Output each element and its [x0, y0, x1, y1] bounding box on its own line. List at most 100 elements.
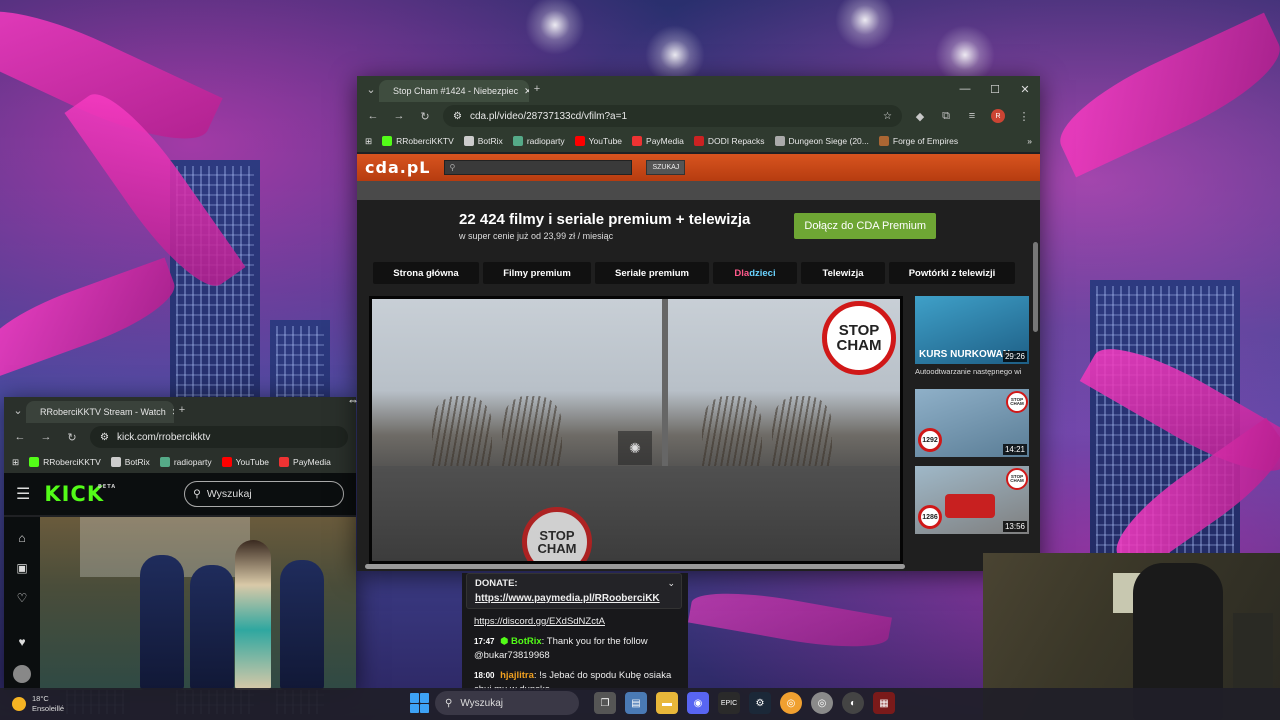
minimize-icon[interactable]: — — [950, 76, 980, 102]
chevron-down-icon[interactable]: ⌄ — [667, 578, 675, 589]
donate-label: DONATE: — [475, 578, 518, 589]
bookmark-item[interactable]: BotRix — [463, 136, 503, 146]
favorites-icon[interactable]: ♥ — [18, 635, 25, 649]
cda-logo[interactable]: cda.pL — [365, 158, 430, 177]
bookmark-star-icon[interactable]: ☆ — [883, 111, 892, 122]
close-window-icon[interactable]: ✕ — [1010, 76, 1040, 102]
obs-icon[interactable]: ◐ — [842, 692, 864, 714]
profile-avatar-icon[interactable]: R — [990, 108, 1006, 124]
chrome-profile-icon[interactable]: ◎ — [811, 692, 833, 714]
new-tab-icon[interactable]: + — [529, 81, 545, 97]
tab-search-icon[interactable]: ⌄ — [10, 402, 26, 418]
chat-time: 18:00 — [474, 671, 495, 680]
related-video-thumb[interactable]: STOP CHAM 1292 14:21 — [915, 389, 1029, 457]
cda-main-menu: Strona główna Filmy premium Seriale prem… — [357, 252, 1040, 284]
wallpaper-firework — [830, 0, 900, 55]
bookmark-item[interactable]: BotRix — [110, 457, 150, 467]
bookmark-label: radioparty — [526, 136, 565, 146]
chrome-icon[interactable]: ◎ — [780, 692, 802, 714]
youtube-favicon-icon — [221, 457, 232, 467]
cda-search-button[interactable]: SZUKAJ — [646, 160, 686, 175]
new-tab-icon[interactable]: + — [174, 402, 190, 418]
vertical-scrollbar[interactable] — [1033, 242, 1038, 332]
menu-item-premium-series[interactable]: Seriale premium — [595, 262, 709, 284]
bookmark-item[interactable]: PayMedia — [632, 136, 684, 146]
thumb-duration: 29:26 — [1002, 351, 1027, 362]
forward-icon[interactable]: → — [391, 108, 407, 124]
chat-username[interactable]: hjajlitra — [500, 670, 534, 681]
bookmark-item[interactable]: RRoberciKKTV — [382, 136, 454, 146]
search-icon: ⚲ — [445, 697, 453, 709]
menu-icon[interactable]: ☰ — [16, 484, 30, 504]
address-bar[interactable]: ⚙ cda.pl/video/28737133cd/vfilm?a=1 ☆ — [443, 105, 902, 127]
bookmark-item[interactable]: PayMedia — [279, 457, 331, 467]
menu-item-home[interactable]: Strona główna — [373, 262, 479, 284]
chat-username[interactable]: BotRix — [511, 636, 542, 647]
cda-search-input[interactable]: ⚲ — [444, 160, 633, 175]
related-video-thumb[interactable]: KURS NURKOWAN 29:26 — [915, 296, 1029, 364]
bookmark-label: YouTube — [235, 457, 270, 467]
discord-icon[interactable]: ◉ — [687, 692, 709, 714]
apps-grid-icon[interactable]: ⊞ — [12, 457, 19, 468]
address-bar[interactable]: ⚙ kick.com/rrobercikktv — [90, 426, 348, 448]
stream-figure — [140, 555, 184, 690]
tab-kick[interactable]: RRoberciKKTV Stream - Watch ✕ — [26, 401, 174, 423]
task-view-icon[interactable]: ❐ — [594, 692, 616, 714]
puzzle-extensions-icon[interactable]: ⧉ — [938, 108, 954, 124]
kick-search-input[interactable]: ⚲ Wyszukaj — [184, 481, 344, 507]
menu-item-premium-films[interactable]: Filmy premium — [483, 262, 591, 284]
bookmark-item[interactable]: DODI Repacks — [693, 136, 765, 146]
chat-discord-link[interactable]: https://discord.gg/EXdSdNZctA — [462, 609, 688, 632]
cda-video-player[interactable]: STOP CHAM STOP CHAM ✺ — [369, 296, 903, 564]
menu-item-tv[interactable]: Telewizja — [801, 262, 885, 284]
donate-link[interactable]: https://www.paymedia.pl/RRooberciKK — [475, 593, 673, 604]
app-icon[interactable]: ▦ — [873, 692, 895, 714]
site-info-icon[interactable]: ⚙ — [453, 111, 462, 122]
tab-cda[interactable]: Stop Cham #1424 - Niebezpiec ✕ — [379, 80, 529, 102]
bookmark-item[interactable]: Dungeon Siege (20... — [774, 136, 869, 146]
back-icon[interactable]: ← — [365, 108, 381, 124]
apps-grid-icon[interactable]: ⊞ — [365, 136, 372, 147]
bookmark-item[interactable]: YouTube — [221, 457, 270, 467]
tab-search-icon[interactable]: ⌄ — [363, 81, 379, 97]
reload-icon[interactable]: ↻ — [417, 108, 433, 124]
back-icon[interactable]: ← — [12, 429, 28, 445]
bookmark-label: RRoberciKKTV — [43, 457, 101, 467]
join-premium-button[interactable]: Dołącz do CDA Premium — [794, 213, 937, 239]
browse-icon[interactable]: ▣ — [16, 561, 27, 575]
menu-item-tv-replays[interactable]: Powtórki z telewizji — [889, 262, 1015, 284]
bookmark-item[interactable]: Forge of Empires — [878, 136, 958, 146]
epic-games-icon[interactable]: EPIC — [718, 692, 740, 714]
maximize-icon[interactable]: ☐ — [980, 76, 1010, 102]
stop-cham-logo: STOP CHAM — [822, 301, 896, 375]
cda-topbar: cda.pL ⚲ SZUKAJ — [357, 154, 1040, 181]
horizontal-scrollbar[interactable] — [365, 564, 905, 569]
following-icon[interactable]: ♡ — [17, 591, 28, 605]
kick-logo[interactable]: KICK BETA — [44, 482, 115, 506]
more-bookmarks-icon[interactable]: » — [1027, 136, 1032, 146]
taskbar-search[interactable]: ⚲ Wyszukaj — [435, 691, 579, 715]
kick-stream-video[interactable] — [40, 517, 356, 690]
steam-icon[interactable]: ⚙ — [749, 692, 771, 714]
promo-subtitle: w super cenie już od 23,99 zł / miesiąc — [459, 231, 614, 241]
reload-icon[interactable]: ↻ — [64, 429, 80, 445]
bookmark-item[interactable]: RRoberciKKTV — [29, 457, 101, 467]
bookmark-item[interactable]: YouTube — [574, 136, 622, 146]
avatar[interactable] — [13, 665, 31, 683]
forward-icon[interactable]: → — [38, 429, 54, 445]
extension-icon[interactable]: ◆ — [912, 108, 928, 124]
more-menu-icon[interactable]: ⋮ — [1016, 108, 1032, 124]
related-video-thumb[interactable]: STOP CHAM 1286 13:56 — [915, 466, 1029, 534]
paymedia-favicon-icon — [632, 136, 643, 146]
site-info-icon[interactable]: ⚙ — [100, 432, 109, 443]
weather-widget[interactable]: 18°C Ensoleillé — [0, 694, 120, 714]
file-explorer-icon[interactable]: ▬ — [656, 692, 678, 714]
reading-list-icon[interactable]: ≡ — [964, 108, 980, 124]
windows-start-icon[interactable] — [410, 693, 430, 713]
chat-message: 18:00 hjajlitra: !s Jebać do spodu Kubę … — [462, 666, 688, 690]
menu-item-kids[interactable]: Dla dzieci — [713, 262, 797, 284]
bookmark-item[interactable]: radioparty — [159, 457, 212, 467]
widgets-icon[interactable]: ▤ — [625, 692, 647, 714]
home-icon[interactable]: ⌂ — [18, 531, 25, 545]
bookmark-item[interactable]: radioparty — [512, 136, 565, 146]
